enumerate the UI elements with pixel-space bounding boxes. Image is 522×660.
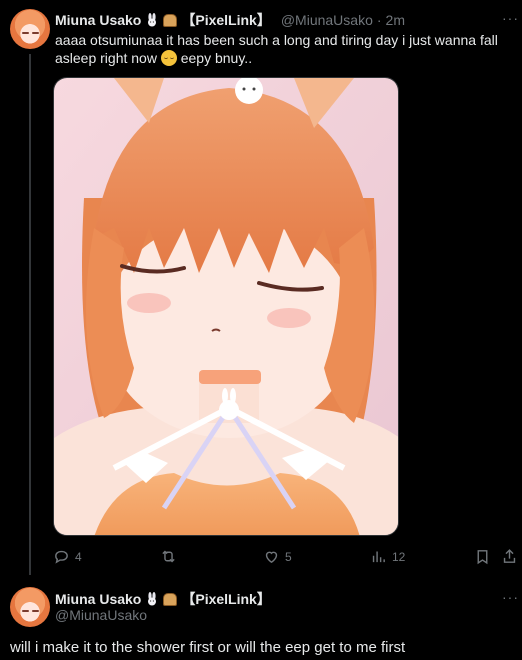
more-options-button[interactable]: ··· <box>502 589 519 605</box>
like-button[interactable]: 5 <box>263 548 292 565</box>
affiliation-tag: 【PixelLink】 <box>181 12 271 28</box>
tweet-media-image[interactable] <box>53 77 399 536</box>
tweet-header: Miuna Usako 【PixelLink】 @MiunaUsako · 2m <box>55 10 405 30</box>
affiliation-tag: 【PixelLink】 <box>181 591 271 607</box>
views-chart-icon <box>372 551 385 563</box>
more-options-button[interactable]: ··· <box>502 10 519 26</box>
bookmark-button[interactable] <box>474 548 491 565</box>
bunny-badge-icon <box>148 592 157 606</box>
tweet-text: aaaa otsumiunaa it has been such a long … <box>55 31 510 67</box>
tweet-text-main: aaaa otsumiunaa it has been such a long … <box>55 32 498 66</box>
tweet-header: Miuna Usako 【PixelLink】 <box>55 589 271 609</box>
retweet-button[interactable] <box>160 548 182 565</box>
handle[interactable]: @MiunaUsako <box>281 12 373 28</box>
anime-bunny-girl-sleeping-image <box>54 78 398 535</box>
views-count: 12 <box>392 549 406 564</box>
separator: · <box>376 12 382 28</box>
bread-badge-icon <box>163 13 178 27</box>
display-name[interactable]: Miuna Usako <box>55 12 141 28</box>
thread-line <box>29 54 31 575</box>
reply-count: 4 <box>75 549 82 564</box>
bunny-badge-icon <box>148 13 157 27</box>
handle[interactable]: @MiunaUsako <box>55 607 147 623</box>
views-button[interactable]: 12 <box>370 548 405 565</box>
share-button[interactable] <box>501 548 518 565</box>
tweet-text-end: eepy bnuy.. <box>180 50 253 66</box>
relieved-face-emoji-icon <box>160 50 177 66</box>
reply-icon <box>55 550 68 564</box>
avatar[interactable] <box>10 9 50 49</box>
bookmark-icon <box>477 550 488 565</box>
display-name[interactable]: Miuna Usako <box>55 591 141 607</box>
timestamp[interactable]: 2m <box>386 12 405 28</box>
retweet-icon <box>162 550 175 563</box>
bread-badge-icon <box>163 592 178 606</box>
share-icon <box>503 549 516 563</box>
like-count: 5 <box>285 549 292 564</box>
avatar[interactable] <box>10 587 50 627</box>
heart-icon <box>265 551 278 564</box>
reply-button[interactable]: 4 <box>53 548 82 565</box>
tweet-text: will i make it to the shower first or wi… <box>10 639 406 656</box>
